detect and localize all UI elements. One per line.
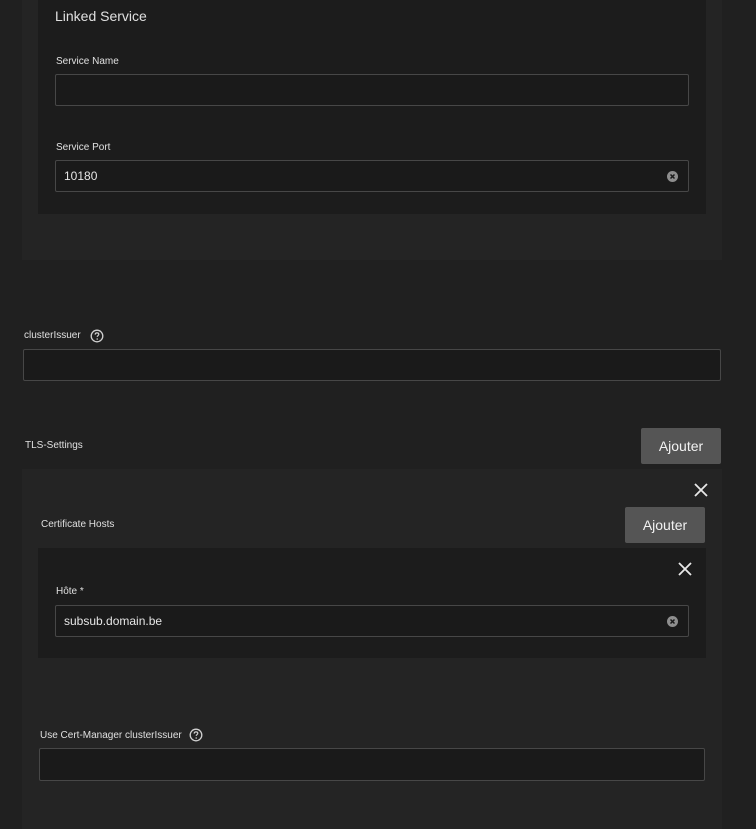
cluster-issuer-label: clusterIssuer — [24, 330, 81, 341]
host-label: Hôte * — [56, 586, 84, 597]
cluster-issuer-input[interactable] — [23, 349, 721, 381]
tls-settings-label: TLS-Settings — [25, 440, 83, 451]
clear-icon[interactable] — [667, 616, 678, 627]
host-value: subsub.domain.be — [64, 614, 163, 628]
service-port-label: Service Port — [56, 142, 111, 153]
service-port-value: 10180 — [64, 169, 98, 183]
close-icon[interactable] — [677, 561, 693, 577]
service-name-input[interactable] — [55, 74, 689, 106]
tls-add-button[interactable]: Ajouter — [641, 428, 721, 464]
clear-icon[interactable] — [667, 171, 678, 182]
help-icon[interactable] — [90, 329, 104, 343]
certificate-hosts-add-button[interactable]: Ajouter — [625, 507, 705, 543]
service-name-label: Service Name — [56, 56, 119, 67]
cert-manager-label: Use Cert-Manager clusterIssuer — [40, 730, 182, 741]
linked-service-panel: Linked Service Service Name Service Port… — [38, 0, 706, 214]
close-icon[interactable] — [693, 482, 709, 498]
service-port-input[interactable]: 10180 — [55, 160, 689, 192]
help-icon[interactable] — [189, 728, 203, 742]
certificate-hosts-label: Certificate Hosts — [41, 519, 115, 530]
cert-manager-input[interactable] — [39, 748, 705, 781]
host-input[interactable]: subsub.domain.be — [55, 605, 689, 637]
certificate-host-panel: Hôte * subsub.domain.be — [38, 548, 706, 658]
linked-service-title: Linked Service — [55, 8, 147, 24]
